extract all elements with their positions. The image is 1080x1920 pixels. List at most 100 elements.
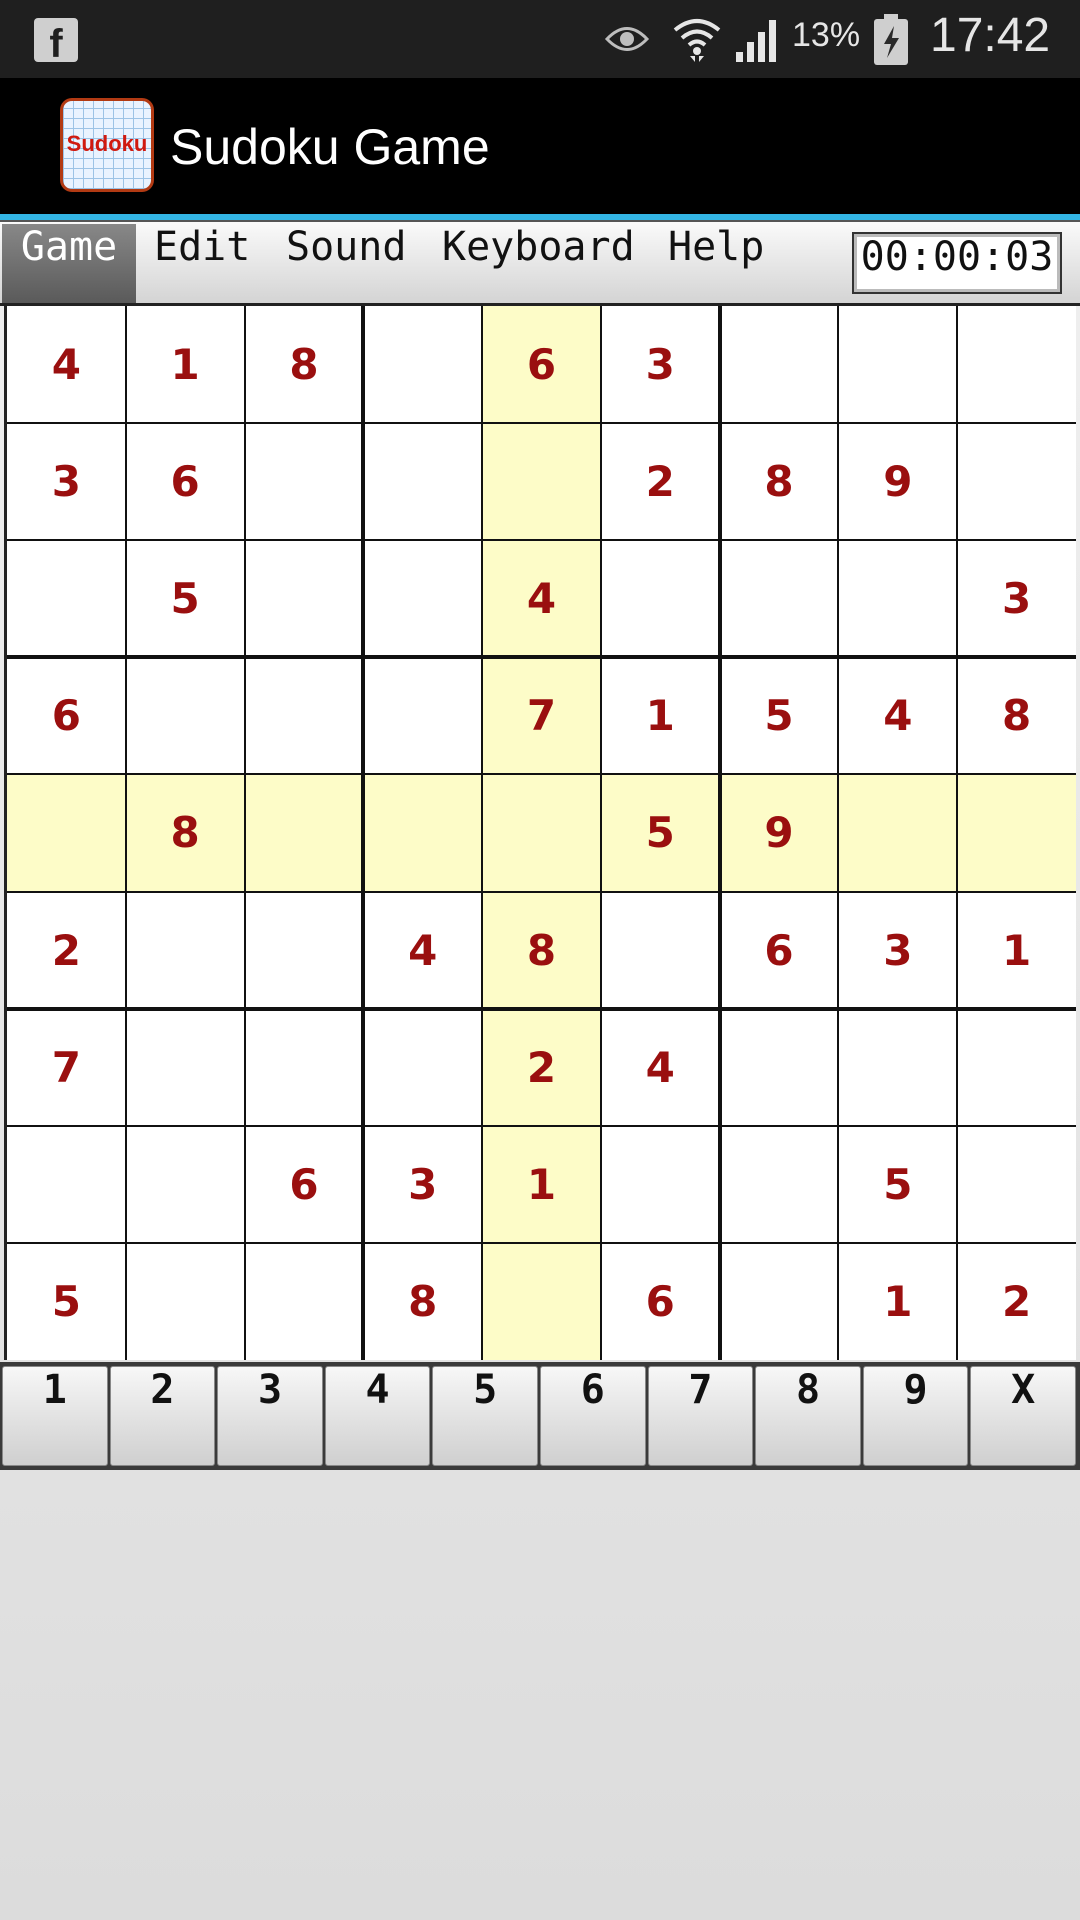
number-key-9[interactable]: 9 — [862, 1366, 969, 1466]
board-cell[interactable]: 8 — [957, 657, 1076, 774]
board-cell[interactable] — [601, 540, 720, 657]
clear-key-button[interactable]: X — [970, 1366, 1076, 1466]
board-cell[interactable] — [245, 1009, 364, 1126]
board-cell[interactable] — [482, 774, 601, 892]
board-cell[interactable]: 1 — [957, 892, 1076, 1009]
board-cell[interactable]: 3 — [957, 540, 1076, 657]
menu-help[interactable]: Help — [652, 224, 780, 303]
board-cell[interactable] — [245, 540, 364, 657]
board-cell[interactable] — [363, 540, 482, 657]
board-cell[interactable]: 2 — [482, 1008, 601, 1126]
number-key-2[interactable]: 2 — [109, 1366, 216, 1466]
board-cell[interactable] — [957, 774, 1076, 892]
board-cell[interactable] — [838, 306, 957, 423]
board-cell[interactable]: 7 — [7, 1009, 126, 1126]
board-cell[interactable]: 5 — [600, 774, 720, 892]
board-cell[interactable]: 6 — [7, 657, 126, 774]
board-cell[interactable]: 6 — [482, 306, 601, 424]
board-cell[interactable] — [720, 1126, 839, 1243]
board-cell[interactable]: 8 — [482, 891, 601, 1009]
board-cell[interactable] — [363, 1009, 482, 1126]
number-key-5[interactable]: 5 — [432, 1366, 538, 1466]
board-cell[interactable] — [720, 1009, 839, 1126]
board-cell[interactable] — [482, 423, 601, 541]
board-cell[interactable] — [7, 540, 126, 657]
board-cell[interactable] — [838, 774, 958, 892]
number-key-3[interactable]: 3 — [217, 1366, 323, 1466]
board-cell[interactable]: 5 — [838, 1126, 957, 1243]
number-key-4[interactable]: 4 — [324, 1366, 431, 1466]
menu-sound[interactable]: Sound — [270, 224, 422, 303]
menu-keyboard[interactable]: Keyboard — [426, 224, 651, 303]
grid-line — [7, 539, 1076, 542]
app-icon[interactable]: Sudoku — [60, 98, 154, 192]
board-cell[interactable]: 8 — [720, 423, 839, 540]
board-cell[interactable]: 4 — [363, 892, 482, 1009]
board-cell[interactable] — [126, 1126, 245, 1243]
board-cell[interactable]: 3 — [838, 892, 957, 1009]
board-cell[interactable] — [363, 657, 482, 774]
board-cell[interactable]: 4 — [7, 306, 126, 423]
board-cell[interactable]: 9 — [838, 423, 957, 540]
board-cell[interactable]: 3 — [7, 423, 126, 540]
board-cell[interactable] — [363, 423, 482, 540]
board-cell[interactable]: 9 — [719, 774, 839, 892]
board-cell[interactable] — [245, 892, 364, 1009]
board-cell[interactable] — [957, 1126, 1076, 1243]
board-cell[interactable] — [245, 423, 364, 540]
board-cell[interactable]: 7 — [482, 657, 601, 775]
board-cell[interactable]: 3 — [601, 306, 720, 423]
board-cell[interactable]: 8 — [125, 774, 245, 892]
board-cell[interactable] — [363, 774, 483, 892]
board-cell[interactable] — [720, 540, 839, 657]
board-cell[interactable] — [363, 306, 482, 423]
board-cell[interactable] — [720, 1243, 839, 1360]
board-cell[interactable] — [245, 1243, 364, 1360]
menu-edit[interactable]: Edit — [138, 224, 266, 303]
board-cell[interactable]: 6 — [245, 1126, 364, 1243]
board-cell[interactable] — [126, 657, 245, 774]
board-cell[interactable] — [7, 1126, 126, 1243]
board-cell[interactable] — [7, 774, 126, 892]
board-cell[interactable] — [957, 423, 1076, 540]
board-cell[interactable] — [957, 306, 1076, 423]
board-cell[interactable] — [126, 1243, 245, 1360]
number-key-7[interactable]: 7 — [647, 1366, 754, 1466]
board-cell[interactable]: 1 — [482, 1125, 601, 1243]
board-cell[interactable] — [482, 1242, 601, 1360]
board-cell[interactable]: 6 — [126, 423, 245, 540]
board-cell[interactable]: 8 — [363, 1243, 482, 1360]
board-cell[interactable]: 2 — [957, 1243, 1076, 1360]
board-cell[interactable]: 4 — [601, 1009, 720, 1126]
board-cell[interactable]: 5 — [7, 1243, 126, 1360]
board-cell[interactable]: 4 — [482, 540, 601, 658]
board-cell[interactable] — [838, 540, 957, 657]
board-cell[interactable]: 1 — [601, 657, 720, 774]
board-cell[interactable] — [244, 774, 364, 892]
number-key-6[interactable]: 6 — [540, 1366, 646, 1466]
board-cell[interactable] — [245, 657, 364, 774]
board-cell[interactable]: 3 — [363, 1126, 482, 1243]
board-cell[interactable]: 1 — [838, 1243, 957, 1360]
board-cell[interactable]: 6 — [720, 892, 839, 1009]
board-cell[interactable]: 1 — [126, 306, 245, 423]
board-cell[interactable]: 2 — [7, 892, 126, 1009]
cell-digit: 3 — [51, 457, 81, 507]
board-cell[interactable] — [601, 892, 720, 1009]
board-cell[interactable]: 6 — [601, 1243, 720, 1360]
board-cell[interactable] — [126, 1009, 245, 1126]
board-cell[interactable] — [601, 1126, 720, 1243]
board-cell[interactable]: 5 — [126, 540, 245, 657]
cell-digit: 4 — [526, 574, 557, 624]
board-cell[interactable]: 5 — [720, 657, 839, 774]
board-cell[interactable] — [957, 1009, 1076, 1126]
board-cell[interactable]: 8 — [245, 306, 364, 423]
board-cell[interactable] — [720, 306, 839, 423]
board-cell[interactable]: 2 — [601, 423, 720, 540]
board-cell[interactable]: 4 — [838, 657, 957, 774]
menu-game[interactable]: Game — [2, 224, 136, 303]
number-key-1[interactable]: 1 — [2, 1366, 108, 1466]
board-cell[interactable] — [838, 1009, 957, 1126]
board-cell[interactable] — [126, 892, 245, 1009]
number-key-8[interactable]: 8 — [755, 1366, 861, 1466]
